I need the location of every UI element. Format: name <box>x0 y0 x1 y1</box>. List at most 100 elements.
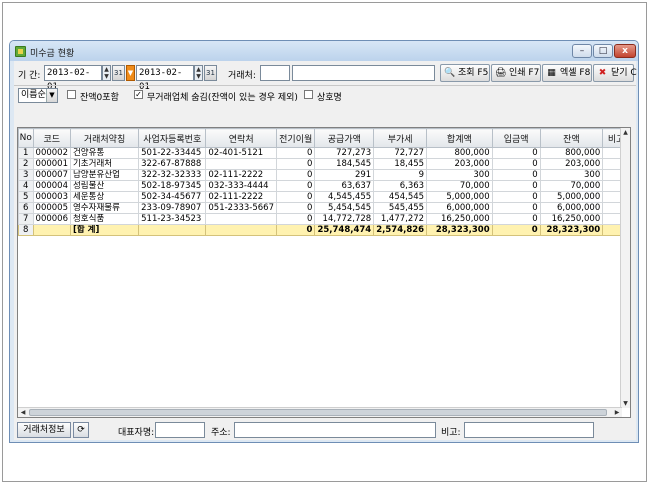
table-row[interactable]: 5 000003 세운통상 502-34-45677 02-111-2222 0 4,545… <box>18 191 630 203</box>
cell-no[interactable]: 5 <box>18 191 34 203</box>
maximize-button[interactable]: □ <box>593 44 613 58</box>
excel-button[interactable]: ▦ 엑셀 F8 <box>542 64 592 82</box>
cell-name[interactable]: 건양유통 <box>69 147 140 159</box>
cell-total[interactable]: 16,250,000 <box>426 213 493 225</box>
cell-code[interactable]: 000005 <box>32 202 71 214</box>
cell-no[interactable]: 8 <box>18 224 34 236</box>
horizontal-scrollbar[interactable]: ◀ ▶ <box>18 407 622 417</box>
vendor-code-input[interactable] <box>260 65 290 81</box>
note-field[interactable] <box>464 422 594 438</box>
cell-carry[interactable]: 0 <box>275 202 316 214</box>
column-header[interactable]: 거래처약칭 <box>69 128 140 148</box>
ceo-field[interactable] <box>155 422 205 438</box>
cell-bizno[interactable]: 233-09-78907 <box>138 202 207 214</box>
cell-balance[interactable]: 800,000 <box>539 147 604 159</box>
table-row[interactable]: 3 000007 남양분유산업 322-32-32333 02-111-2222 0 291… <box>18 169 630 181</box>
cell-carry[interactable]: 0 <box>275 224 316 236</box>
cell-paid[interactable]: 0 <box>491 158 541 170</box>
cell-carry[interactable]: 0 <box>275 180 316 192</box>
cell-supply[interactable]: 14,772,728 <box>314 213 375 225</box>
column-header[interactable]: 공급가액 <box>314 128 375 148</box>
cell-vat[interactable]: 545,455 <box>373 202 428 214</box>
cell-code[interactable]: 000006 <box>32 213 71 225</box>
sort-select[interactable]: 이름순 ▼ <box>18 88 58 103</box>
minimize-button[interactable]: – <box>572 44 592 58</box>
column-header[interactable]: 사업자등록번호 <box>138 128 207 148</box>
spin-up-icon[interactable]: ▲ <box>195 66 202 73</box>
table-row[interactable]: 7 000006 청호식품 511-23-34523 0 14,772,728 1,477,… <box>18 213 630 225</box>
cell-vat[interactable]: 1,477,272 <box>373 213 428 225</box>
cell-total[interactable]: 28,323,300 <box>426 224 493 236</box>
cell-carry[interactable]: 0 <box>275 191 316 203</box>
cell-phone[interactable]: 02-111-2222 <box>205 191 277 203</box>
print-button[interactable]: 🖨 인쇄 F7 <box>491 64 541 82</box>
column-header[interactable]: 입금액 <box>491 128 541 148</box>
cell-total[interactable]: 5,000,000 <box>426 191 493 203</box>
close-button[interactable]: ✖ 닫기 C <box>593 64 637 82</box>
cell-carry[interactable]: 0 <box>275 213 316 225</box>
cell-paid[interactable]: 0 <box>491 169 541 181</box>
receivables-grid[interactable]: No 코드 거래처약칭 사업자등록번호 연락처 전기이월 공급가액 부가세 합계액 입금액 잔액 비고… <box>17 127 631 418</box>
cell-code[interactable]: 000001 <box>32 158 71 170</box>
table-row[interactable]: 2 000001 기초거래처 322-67-87888 0 184,545 18,455 20… <box>18 158 630 170</box>
cell-paid[interactable]: 0 <box>491 202 541 214</box>
scroll-left-icon[interactable]: ◀ <box>18 408 28 417</box>
cell-code[interactable]: 000004 <box>32 180 71 192</box>
cell-balance[interactable]: 70,000 <box>539 180 604 192</box>
cell-vat[interactable]: 9 <box>373 169 428 181</box>
column-header[interactable]: 연락처 <box>205 128 277 148</box>
cell-phone[interactable]: 032-333-4444 <box>205 180 277 192</box>
horizontal-scroll-thumb[interactable] <box>29 409 607 416</box>
scroll-right-icon[interactable]: ▶ <box>612 408 622 417</box>
date-to-calendar-icon[interactable]: 31 <box>204 65 217 81</box>
cell-code[interactable] <box>32 224 71 236</box>
cell-total[interactable]: 203,000 <box>426 158 493 170</box>
cell-supply[interactable]: 63,637 <box>314 180 375 192</box>
zero-balance-checkbox[interactable] <box>67 90 76 99</box>
vertical-scrollbar[interactable]: ▲ ▼ <box>620 128 630 408</box>
cell-code[interactable]: 000003 <box>32 191 71 203</box>
date-from-spinner[interactable]: ▲ ▼ <box>102 65 111 81</box>
cell-total[interactable]: 800,000 <box>426 147 493 159</box>
refresh-icon[interactable]: ⟳ <box>73 422 89 438</box>
cell-code[interactable]: 000007 <box>32 169 71 181</box>
date-to-input[interactable]: 2013-02-01 <box>136 65 194 92</box>
cell-total[interactable]: 70,000 <box>426 180 493 192</box>
cell-no[interactable]: 3 <box>18 169 34 181</box>
scroll-down-icon[interactable]: ▼ <box>621 399 630 408</box>
cell-code[interactable]: 000002 <box>32 147 71 159</box>
cell-bizno[interactable] <box>138 224 207 236</box>
close-window-button[interactable]: x <box>614 44 636 58</box>
cell-bizno[interactable]: 511-23-34523 <box>138 213 207 225</box>
date-from-calendar-icon[interactable]: 31 <box>112 65 125 81</box>
cell-phone[interactable]: 02-401-5121 <box>205 147 277 159</box>
total-row[interactable]: 8 [합 계] 0 25,748,474 2,574,826 28,323,300 0 28,… <box>18 224 630 236</box>
cell-carry[interactable]: 0 <box>275 147 316 159</box>
vendor-name-input[interactable] <box>292 65 435 81</box>
cell-phone[interactable]: 051-2333-5667 <box>205 202 277 214</box>
cell-phone[interactable] <box>205 158 277 170</box>
cell-name[interactable]: 세운통상 <box>69 191 140 203</box>
spin-up-icon[interactable]: ▲ <box>103 66 110 73</box>
cell-balance[interactable]: 28,323,300 <box>539 224 604 236</box>
cell-name[interactable]: 청호식품 <box>69 213 140 225</box>
chevron-down-icon[interactable]: ▼ <box>46 89 57 102</box>
cell-balance[interactable]: 16,250,000 <box>539 213 604 225</box>
column-header[interactable]: 잔액 <box>539 128 604 148</box>
cell-total[interactable]: 6,000,000 <box>426 202 493 214</box>
spin-down-icon[interactable]: ▼ <box>103 73 110 80</box>
column-header[interactable]: 전기이월 <box>275 128 316 148</box>
cell-name[interactable]: 영수자재물류 <box>69 202 140 214</box>
cell-phone[interactable] <box>205 224 277 236</box>
column-header[interactable]: 합계액 <box>426 128 493 148</box>
cell-name[interactable]: 남양분유산업 <box>69 169 140 181</box>
date-from-input[interactable]: 2013-02-01 <box>44 65 102 92</box>
hide-inactive-checkbox[interactable]: ✓ <box>134 90 143 99</box>
cell-balance[interactable]: 6,000,000 <box>539 202 604 214</box>
cell-paid[interactable]: 0 <box>491 224 541 236</box>
search-button[interactable]: 🔍 조회 F5 <box>440 64 490 82</box>
cell-balance[interactable]: 203,000 <box>539 158 604 170</box>
cell-carry[interactable]: 0 <box>275 158 316 170</box>
cell-vat[interactable]: 72,727 <box>373 147 428 159</box>
cell-total[interactable]: 300 <box>426 169 493 181</box>
